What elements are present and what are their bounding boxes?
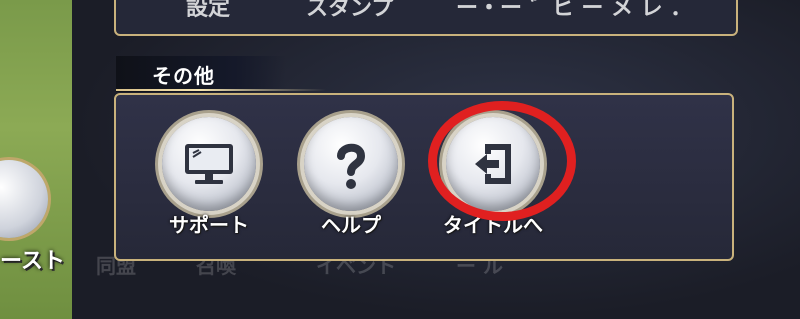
- monitor-icon: [185, 144, 233, 184]
- other-options-panel: サポート ヘルプ タイトルへ: [114, 93, 734, 261]
- help-medal: [304, 117, 398, 211]
- section-title: その他: [152, 64, 215, 88]
- quest-badge-label: ースト: [0, 249, 65, 274]
- top-panel-stamp-label[interactable]: スタンプ: [306, 0, 393, 22]
- support-label: サポート: [169, 213, 249, 237]
- support-medal: [162, 117, 256, 211]
- help-label: ヘルプ: [321, 213, 381, 237]
- top-settings-panel: 設定 スタンプ ー・ー ゛ヒ ー メ レ ．: [114, 0, 738, 36]
- help-button[interactable]: ヘルプ: [296, 117, 406, 247]
- question-icon: [337, 143, 366, 189]
- top-panel-settings-label[interactable]: 設定: [186, 0, 230, 22]
- highlight-circle-annotation: [428, 101, 576, 221]
- support-button[interactable]: サポート: [154, 117, 264, 247]
- top-panel-extra-label: ー・ー ゛ヒ ー メ レ ．: [456, 0, 693, 21]
- section-tab-underline: [116, 89, 326, 91]
